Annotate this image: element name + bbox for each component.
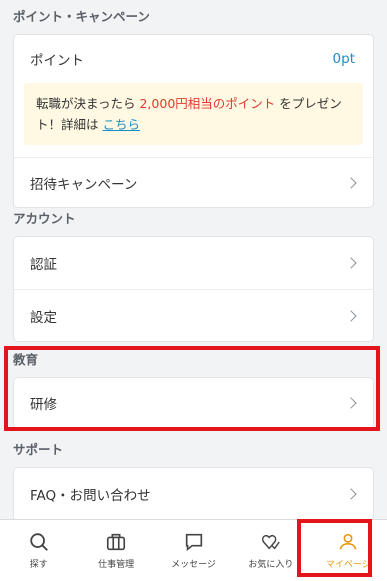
heart-check-icon <box>261 534 280 550</box>
nav-favorites[interactable]: お気に入り <box>232 520 309 581</box>
section-title-points-campaign: ポイント・キャンペーン <box>13 9 150 24</box>
nav-search[interactable]: 探す <box>0 520 77 581</box>
section-title-education: 教育 <box>13 352 39 367</box>
nav-favorites-label: お気に入り <box>248 560 294 570</box>
training-row[interactable]: 研修 <box>14 378 373 428</box>
faq-label: FAQ・お問い合わせ <box>30 488 151 504</box>
chevron-right-icon <box>345 257 357 269</box>
training-label: 研修 <box>30 397 57 413</box>
chevron-right-icon <box>345 176 357 189</box>
nav-search-label: 探す <box>29 560 48 570</box>
education-section: 教育 研修 <box>0 343 387 429</box>
chevron-right-icon <box>345 309 357 322</box>
points-promo-banner: 転職が決まったら 2,000円相当のポイント をプレゼント！詳細は こちら <box>24 83 363 145</box>
nav-messages[interactable]: メッセージ <box>155 520 232 581</box>
nav-jobs-label: 仕事管理 <box>98 560 135 570</box>
promo-highlight: 2,000円相当のポイント <box>139 96 276 111</box>
bottom-nav: 探す 仕事管理 メッセージ お気に入り マイページ <box>0 519 387 581</box>
account-card: 認証 設定 <box>13 236 374 342</box>
settings-row[interactable]: 設定 <box>14 289 373 341</box>
invite-campaign-label: 招待キャンペーン <box>30 176 138 193</box>
promo-details-link[interactable]: こちら <box>102 117 140 132</box>
chevron-right-icon <box>345 488 357 500</box>
chevron-right-icon <box>345 397 357 409</box>
points-label: ポイント <box>30 53 84 69</box>
settings-label: 設定 <box>30 309 57 326</box>
account-section: アカウント 認証 設定 <box>0 202 387 342</box>
support-section: サポート FAQ・お問い合わせ <box>0 433 387 521</box>
message-icon <box>185 533 202 552</box>
auth-label: 認証 <box>30 257 57 273</box>
education-card: 研修 <box>13 377 374 429</box>
section-title-support: サポート <box>13 442 64 457</box>
points-value: 0pt <box>332 51 355 67</box>
nav-mypage-label: マイページ <box>325 560 371 570</box>
points-row[interactable]: ポイント 0pt <box>14 35 373 83</box>
section-title-account: アカウント <box>13 211 76 226</box>
nav-mypage[interactable]: マイページ <box>310 520 387 581</box>
points-card: ポイント 0pt 転職が決まったら 2,000円相当のポイント をプレゼント！詳… <box>13 34 374 208</box>
promo-text-1: 転職が決まったら <box>36 96 140 111</box>
nav-messages-label: メッセージ <box>171 560 216 570</box>
briefcase-icon <box>107 533 126 551</box>
invite-campaign-row[interactable]: 招待キャンペーン <box>14 157 373 207</box>
user-icon <box>340 533 357 550</box>
support-card: FAQ・お問い合わせ <box>13 467 374 521</box>
search-icon <box>29 533 48 551</box>
auth-row[interactable]: 認証 <box>14 237 373 289</box>
faq-row[interactable]: FAQ・お問い合わせ <box>14 468 373 520</box>
nav-jobs[interactable]: 仕事管理 <box>77 520 154 581</box>
points-campaign-section: ポイント・キャンペーン ポイント 0pt 転職が決まったら 2,000円相当のポ… <box>0 0 387 208</box>
